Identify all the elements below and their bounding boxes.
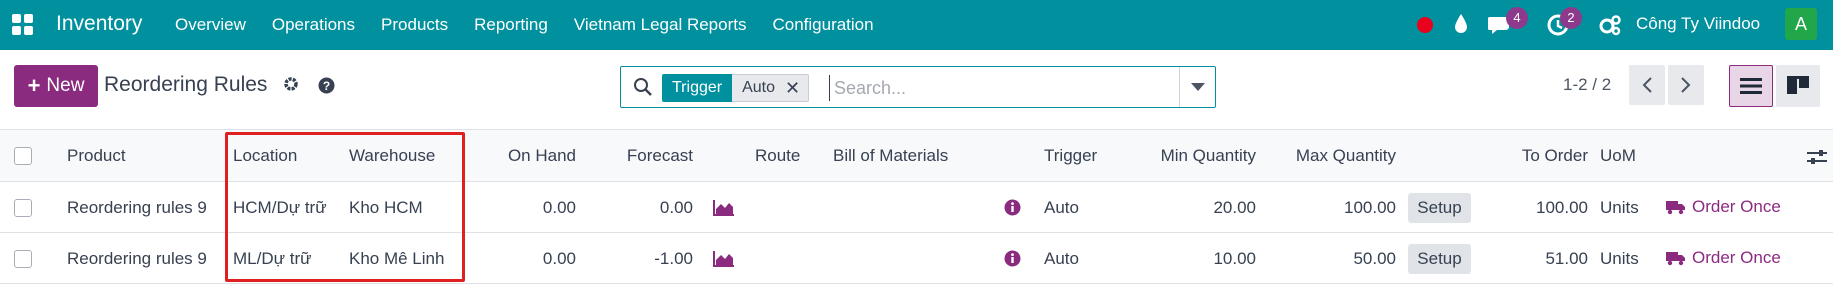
user-avatar[interactable]: A xyxy=(1785,8,1817,40)
status-dot-icon[interactable] xyxy=(1417,17,1433,33)
cell-forecast[interactable]: 0.00 xyxy=(580,198,693,218)
search-bar: Trigger Auto ✕ xyxy=(620,66,1216,108)
order-once-button[interactable]: Order Once xyxy=(1666,248,1781,268)
column-header-product[interactable]: Product xyxy=(67,146,126,166)
chevron-right-icon xyxy=(1681,77,1691,93)
search-options-toggle-icon[interactable] xyxy=(1191,83,1205,91)
column-header-warehouse[interactable]: Warehouse xyxy=(349,146,435,166)
forecast-graph-icon[interactable] xyxy=(713,199,735,216)
svg-text:?: ? xyxy=(323,79,330,93)
pager-previous-button[interactable] xyxy=(1629,65,1665,105)
chevron-left-icon xyxy=(1642,77,1652,93)
kanban-view-button[interactable] xyxy=(1776,65,1820,107)
setup-button[interactable]: Setup xyxy=(1408,244,1471,274)
column-header-uom[interactable]: UoM xyxy=(1600,146,1636,166)
cog-icon[interactable] xyxy=(282,75,300,93)
activity-badge: 2 xyxy=(1560,7,1582,29)
page-title: Reordering Rules xyxy=(104,73,268,96)
cell-trigger[interactable]: Auto xyxy=(1044,249,1079,269)
main-menu: Overview Operations Products Reporting V… xyxy=(175,15,900,35)
kanban-view-icon xyxy=(1787,76,1809,94)
cell-warehouse[interactable]: Kho Mê Linh xyxy=(349,249,444,269)
truck-icon xyxy=(1666,201,1685,215)
cell-forecast[interactable]: -1.00 xyxy=(580,249,693,269)
pager-next-button[interactable] xyxy=(1668,65,1704,105)
cell-max-quantity[interactable]: 100.00 xyxy=(1260,198,1396,218)
chat-badge: 4 xyxy=(1506,7,1528,29)
column-header-route[interactable]: Route xyxy=(755,146,800,166)
menu-operations[interactable]: Operations xyxy=(272,15,355,35)
column-header-min-quantity[interactable]: Min Quantity xyxy=(1120,146,1256,166)
cell-to-order[interactable]: 51.00 xyxy=(1470,249,1588,269)
app-grid-icon[interactable] xyxy=(12,14,34,36)
cell-uom[interactable]: Units xyxy=(1600,198,1639,218)
table-header: Product Location Warehouse On Hand Forec… xyxy=(0,129,1833,182)
list-view-button[interactable] xyxy=(1729,65,1773,107)
cell-trigger[interactable]: Auto xyxy=(1044,198,1079,218)
search-icon[interactable] xyxy=(633,77,653,97)
drop-icon[interactable] xyxy=(1453,12,1469,36)
list-view-icon xyxy=(1740,78,1762,94)
search-facet: Trigger Auto ✕ xyxy=(662,74,810,102)
cell-max-quantity[interactable]: 50.00 xyxy=(1260,249,1396,269)
cell-on-hand[interactable]: 0.00 xyxy=(460,198,576,218)
new-button[interactable]: + New xyxy=(14,65,98,107)
column-header-max-quantity[interactable]: Max Quantity xyxy=(1260,146,1396,166)
cell-min-quantity[interactable]: 10.00 xyxy=(1120,249,1256,269)
facet-label: Trigger xyxy=(662,74,733,102)
search-input[interactable] xyxy=(829,75,1169,101)
cell-warehouse[interactable]: Kho HCM xyxy=(349,198,423,218)
order-once-button[interactable]: Order Once xyxy=(1666,197,1781,217)
control-panel: + New Reordering Rules ? Trigger Auto ✕ … xyxy=(0,50,1833,128)
column-header-forecast[interactable]: Forecast xyxy=(580,146,693,166)
cell-min-quantity[interactable]: 20.00 xyxy=(1120,198,1256,218)
order-once-label: Order Once xyxy=(1692,248,1781,267)
menu-overview[interactable]: Overview xyxy=(175,15,246,35)
new-button-label: New xyxy=(46,75,85,96)
search-divider xyxy=(1179,67,1180,107)
column-header-location[interactable]: Location xyxy=(233,146,297,166)
help-icon[interactable]: ? xyxy=(318,77,335,94)
cell-uom[interactable]: Units xyxy=(1600,249,1639,269)
facet-value: Auto ✕ xyxy=(732,74,810,102)
plus-icon: + xyxy=(27,73,41,98)
column-header-to-order[interactable]: To Order xyxy=(1470,146,1588,166)
optional-columns-icon[interactable] xyxy=(1807,148,1827,166)
cell-to-order[interactable]: 100.00 xyxy=(1470,198,1588,218)
order-once-label: Order Once xyxy=(1692,197,1781,216)
column-header-bom[interactable]: Bill of Materials xyxy=(833,146,948,166)
truck-icon xyxy=(1666,252,1685,266)
cell-location[interactable]: HCM/Dự trữ xyxy=(233,198,327,218)
info-icon[interactable] xyxy=(1004,199,1021,216)
cell-on-hand[interactable]: 0.00 xyxy=(460,249,576,269)
menu-configuration[interactable]: Configuration xyxy=(772,15,873,35)
row-checkbox[interactable] xyxy=(14,199,32,217)
setup-button[interactable]: Setup xyxy=(1408,193,1471,223)
cell-product[interactable]: Reordering rules 9 xyxy=(67,249,207,269)
facet-value-text: Auto xyxy=(742,79,776,96)
remove-facet-icon[interactable]: ✕ xyxy=(785,74,800,102)
menu-products[interactable]: Products xyxy=(381,15,448,35)
forecast-graph-icon[interactable] xyxy=(713,250,735,267)
table-row[interactable]: Reordering rules 9 ML/Dự trữ Kho Mê Linh… xyxy=(0,233,1833,284)
menu-vietnam-legal-reports[interactable]: Vietnam Legal Reports xyxy=(574,15,747,35)
select-all-checkbox[interactable] xyxy=(14,147,32,165)
pager-value[interactable]: 1-2 / 2 xyxy=(1563,75,1611,95)
row-checkbox[interactable] xyxy=(14,250,32,268)
cell-location[interactable]: ML/Dự trữ xyxy=(233,249,311,269)
settings-gears-icon[interactable] xyxy=(1599,14,1621,36)
table-row[interactable]: Reordering rules 9 HCM/Dự trữ Kho HCM 0.… xyxy=(0,182,1833,233)
column-header-trigger[interactable]: Trigger xyxy=(1044,146,1097,166)
cell-product[interactable]: Reordering rules 9 xyxy=(67,198,207,218)
company-switcher[interactable]: Công Ty Viindoo xyxy=(1636,14,1760,34)
app-name[interactable]: Inventory xyxy=(56,12,142,36)
info-icon[interactable] xyxy=(1004,250,1021,267)
top-navbar: Inventory Overview Operations Products R… xyxy=(0,0,1833,50)
column-header-on-hand[interactable]: On Hand xyxy=(460,146,576,166)
menu-reporting[interactable]: Reporting xyxy=(474,15,548,35)
